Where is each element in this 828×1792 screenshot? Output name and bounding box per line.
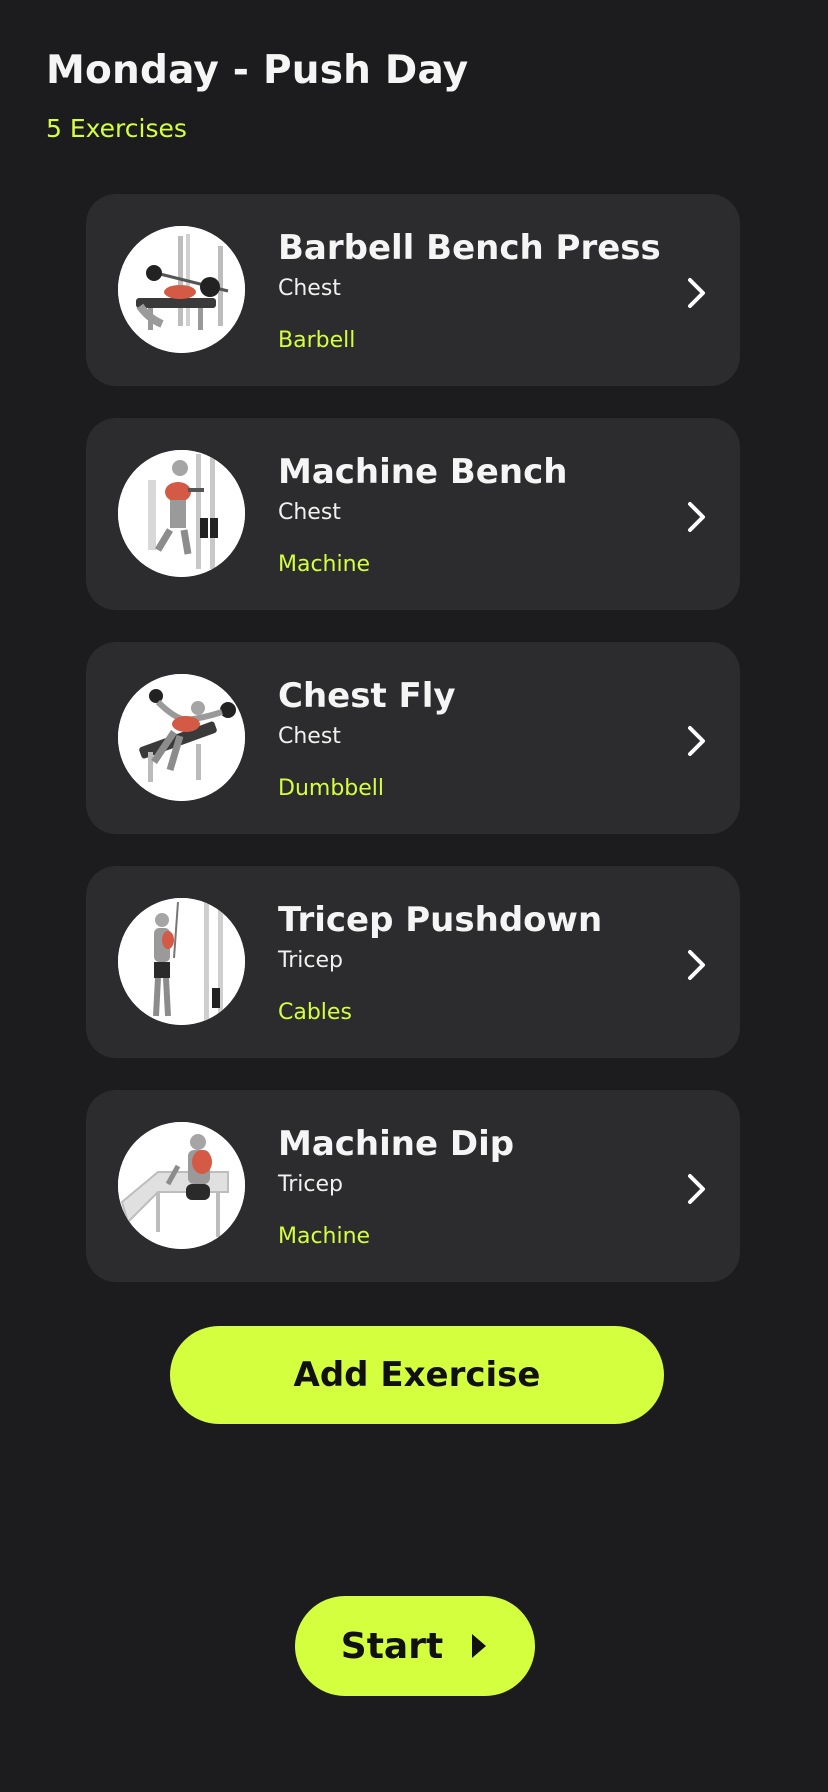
exercise-muscle: Chest — [278, 724, 341, 749]
add-exercise-label: Add Exercise — [293, 1355, 541, 1395]
workout-day-screen: Monday - Push Day 5 Exercises Barbell Be… — [0, 0, 828, 1792]
chevron-right-icon — [682, 724, 710, 758]
exercise-list: Barbell Bench Press Chest Barbell Machin… — [86, 194, 740, 1314]
chest-fly-illustration — [118, 674, 245, 801]
bench-press-illustration — [118, 226, 245, 353]
add-exercise-button[interactable]: Add Exercise — [170, 1326, 664, 1424]
exercise-card[interactable]: Machine Bench Chest Machine — [86, 418, 740, 610]
exercise-equipment: Dumbbell — [278, 776, 385, 801]
exercise-muscle: Chest — [278, 500, 341, 525]
exercise-name: Tricep Pushdown — [278, 900, 603, 940]
exercise-card[interactable]: Machine Dip Tricep Machine — [86, 1090, 740, 1282]
exercise-muscle: Tricep — [278, 948, 343, 973]
machine-dip-illustration — [118, 1122, 245, 1249]
exercise-count: 5 Exercises — [46, 114, 187, 143]
tricep-pushdown-illustration — [118, 898, 245, 1025]
exercise-card[interactable]: Barbell Bench Press Chest Barbell — [86, 194, 740, 386]
exercise-muscle: Chest — [278, 276, 341, 301]
chevron-right-icon — [682, 500, 710, 534]
start-label: Start — [340, 1625, 444, 1667]
start-workout-button[interactable]: Start — [295, 1596, 535, 1696]
exercise-card[interactable]: Tricep Pushdown Tricep Cables — [86, 866, 740, 1058]
exercise-card[interactable]: Chest Fly Chest Dumbbell — [86, 642, 740, 834]
chevron-right-icon — [682, 948, 710, 982]
exercise-equipment: Machine — [278, 552, 371, 577]
machine-bench-illustration — [118, 450, 245, 577]
chevron-right-icon — [682, 1172, 710, 1206]
exercise-name: Machine Bench — [278, 452, 568, 492]
page-title: Monday - Push Day — [46, 48, 469, 93]
exercise-equipment: Barbell — [278, 328, 356, 353]
exercise-name: Machine Dip — [278, 1124, 515, 1164]
play-icon — [469, 1631, 489, 1661]
exercise-name: Chest Fly — [278, 676, 456, 716]
exercise-equipment: Machine — [278, 1224, 371, 1249]
chevron-right-icon — [682, 276, 710, 310]
exercise-muscle: Tricep — [278, 1172, 343, 1197]
exercise-name: Barbell Bench Press — [278, 228, 661, 268]
exercise-equipment: Cables — [278, 1000, 352, 1025]
